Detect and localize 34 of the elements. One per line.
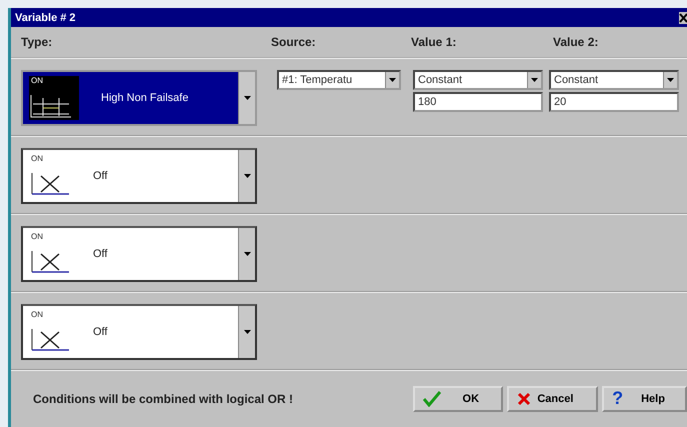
type-label: Off (93, 248, 108, 260)
close-icon[interactable] (679, 12, 687, 24)
type-label: High Non Failsafe (101, 92, 190, 104)
window-title: Variable # 2 (15, 12, 76, 24)
column-header: Type: (21, 35, 54, 49)
value-mode-dropdown[interactable]: Constant (549, 70, 679, 90)
cross-icon (517, 392, 532, 406)
type-label: Off (93, 170, 108, 182)
type-dropdown[interactable]: ON Off (21, 304, 257, 360)
checkmark-icon (422, 390, 441, 406)
on-label: ON (31, 310, 43, 319)
on-label: ON (31, 154, 43, 163)
cancel-button[interactable]: Cancel (507, 386, 598, 412)
info-message: Conditions will be combined with logical OR ! (33, 392, 294, 406)
on-label: ON (31, 76, 43, 85)
value-mode-dropdown[interactable]: Constant (413, 70, 543, 90)
mode-value: Constant (418, 74, 462, 86)
chart-icon (29, 94, 73, 120)
type-dropdown[interactable]: ON High Non Failsafe (21, 70, 257, 126)
value-input[interactable]: 20 (549, 92, 679, 112)
type-dropdown[interactable]: ON Off (21, 226, 257, 282)
question-mark-icon: ? (612, 388, 624, 409)
ok-button[interactable]: OK (412, 386, 504, 412)
column-header: Value 1: (411, 35, 458, 49)
source-value: #1: Temperatu (282, 74, 352, 86)
type-label: Off (93, 326, 108, 338)
column-header: Value 2: (553, 35, 598, 49)
value-input[interactable]: 180 (413, 92, 543, 112)
help-button[interactable]: ? Help (602, 386, 687, 412)
mode-value: Constant (554, 74, 598, 86)
column-header: Source: (271, 35, 317, 49)
source-dropdown[interactable]: #1: Temperatu (277, 70, 401, 90)
type-dropdown[interactable]: ON Off (21, 148, 257, 204)
on-label: ON (31, 232, 43, 241)
